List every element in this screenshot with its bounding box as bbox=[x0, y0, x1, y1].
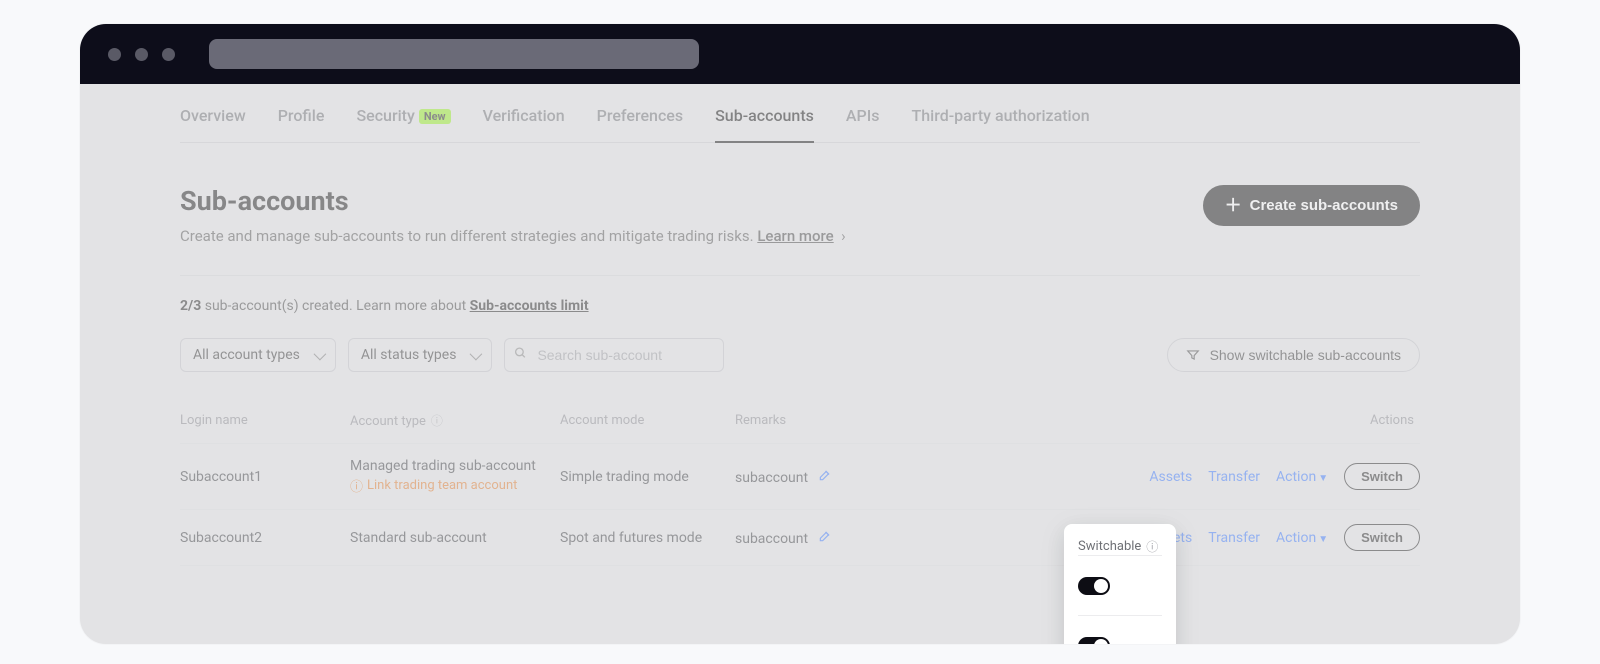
chevron-right-icon: › bbox=[837, 227, 845, 245]
maximize-dot[interactable] bbox=[162, 48, 175, 61]
switchable-toggle[interactable] bbox=[1078, 637, 1110, 645]
browser-window: Overview Profile SecurityNew Verificatio… bbox=[80, 24, 1520, 644]
info-icon[interactable]: ⓘ bbox=[1146, 538, 1158, 555]
transfer-link[interactable]: Transfer bbox=[1208, 530, 1260, 546]
window-controls bbox=[108, 48, 175, 61]
edit-remark-icon[interactable] bbox=[818, 470, 832, 486]
col-actions: Actions bbox=[1100, 413, 1420, 428]
close-dot[interactable] bbox=[108, 48, 121, 61]
tab-preferences[interactable]: Preferences bbox=[597, 102, 683, 142]
col-remarks: Remarks bbox=[735, 413, 910, 428]
tab-sub-accounts[interactable]: Sub-accounts bbox=[715, 102, 814, 143]
minimize-dot[interactable] bbox=[135, 48, 148, 61]
switchable-highlight-panel: Switchable ⓘ bbox=[1064, 524, 1176, 644]
info-icon[interactable]: ⓘ bbox=[428, 414, 443, 428]
tab-verification[interactable]: Verification bbox=[483, 102, 565, 142]
tab-security[interactable]: SecurityNew bbox=[356, 102, 450, 142]
learn-more-link[interactable]: Learn more bbox=[757, 227, 833, 245]
chevron-down-icon bbox=[313, 347, 326, 360]
page-subtitle: Create and manage sub-accounts to run di… bbox=[180, 227, 846, 245]
subaccounts-table: Login name Account type ⓘ Account mode R… bbox=[180, 398, 1420, 566]
col-login: Login name bbox=[180, 413, 350, 428]
switchable-header: Switchable ⓘ bbox=[1078, 538, 1162, 555]
assets-link[interactable]: Assets bbox=[1149, 469, 1192, 485]
cell-remarks: subaccount bbox=[735, 529, 910, 547]
action-dropdown[interactable]: Action▼ bbox=[1276, 469, 1328, 485]
cell-remarks: subaccount bbox=[735, 468, 910, 486]
table-header-row: Login name Account type ⓘ Account mode R… bbox=[180, 398, 1420, 444]
cell-mode: Spot and futures mode bbox=[560, 530, 735, 546]
title-bar bbox=[80, 24, 1520, 84]
table-row: Subaccount1 Managed trading sub-account … bbox=[180, 444, 1420, 510]
subaccount-count-line: 2/3 sub-account(s) created. Learn more a… bbox=[180, 298, 1420, 314]
switchable-row bbox=[1078, 555, 1162, 615]
new-badge: New bbox=[419, 109, 451, 124]
filter-icon bbox=[1186, 348, 1200, 362]
switch-button[interactable]: Switch bbox=[1344, 524, 1420, 551]
page-header: Sub-accounts Create and manage sub-accou… bbox=[180, 185, 1420, 245]
section-divider bbox=[180, 275, 1420, 276]
url-bar[interactable] bbox=[209, 39, 699, 69]
cell-actions: Assets Transfer Action▼ Switch bbox=[1100, 463, 1420, 490]
search-input[interactable] bbox=[504, 338, 724, 372]
cell-account-type: Managed trading sub-account ⓘ Link tradi… bbox=[350, 458, 560, 495]
status-type-select[interactable]: All status types bbox=[348, 338, 493, 372]
page-title: Sub-accounts bbox=[180, 185, 846, 217]
warning-icon: ⓘ bbox=[350, 476, 363, 495]
tab-profile[interactable]: Profile bbox=[278, 102, 325, 142]
show-switchable-button[interactable]: Show switchable sub-accounts bbox=[1167, 338, 1420, 372]
tab-overview[interactable]: Overview bbox=[180, 102, 246, 142]
link-trading-team-link[interactable]: ⓘ Link trading team account bbox=[350, 476, 560, 495]
tab-apis[interactable]: APIs bbox=[846, 102, 880, 142]
search-icon bbox=[514, 347, 527, 364]
cell-login: Subaccount2 bbox=[180, 530, 350, 546]
tab-third-party[interactable]: Third-party authorization bbox=[912, 102, 1090, 142]
chevron-down-icon bbox=[470, 347, 483, 360]
nav-tabs: Overview Profile SecurityNew Verificatio… bbox=[180, 84, 1420, 143]
edit-remark-icon[interactable] bbox=[818, 531, 832, 547]
switchable-row bbox=[1078, 615, 1162, 644]
transfer-link[interactable]: Transfer bbox=[1208, 469, 1260, 485]
subaccounts-limit-link[interactable]: Sub-accounts limit bbox=[470, 298, 589, 314]
cell-login: Subaccount1 bbox=[180, 469, 350, 485]
cell-account-type: Standard sub-account bbox=[350, 530, 560, 546]
col-mode: Account mode bbox=[560, 413, 735, 428]
action-dropdown[interactable]: Action▼ bbox=[1276, 530, 1328, 546]
col-type: Account type ⓘ bbox=[350, 412, 560, 429]
create-sub-account-button[interactable]: ＋ Create sub-accounts bbox=[1203, 185, 1420, 226]
cell-mode: Simple trading mode bbox=[560, 469, 735, 485]
page-content: Overview Profile SecurityNew Verificatio… bbox=[80, 84, 1520, 644]
filters-row: All account types All status types Show … bbox=[180, 338, 1420, 372]
account-type-select[interactable]: All account types bbox=[180, 338, 336, 372]
search-box bbox=[504, 338, 724, 372]
table-row: Subaccount2 Standard sub-account Spot an… bbox=[180, 510, 1420, 566]
switch-button[interactable]: Switch bbox=[1344, 463, 1420, 490]
switchable-toggle[interactable] bbox=[1078, 577, 1110, 595]
